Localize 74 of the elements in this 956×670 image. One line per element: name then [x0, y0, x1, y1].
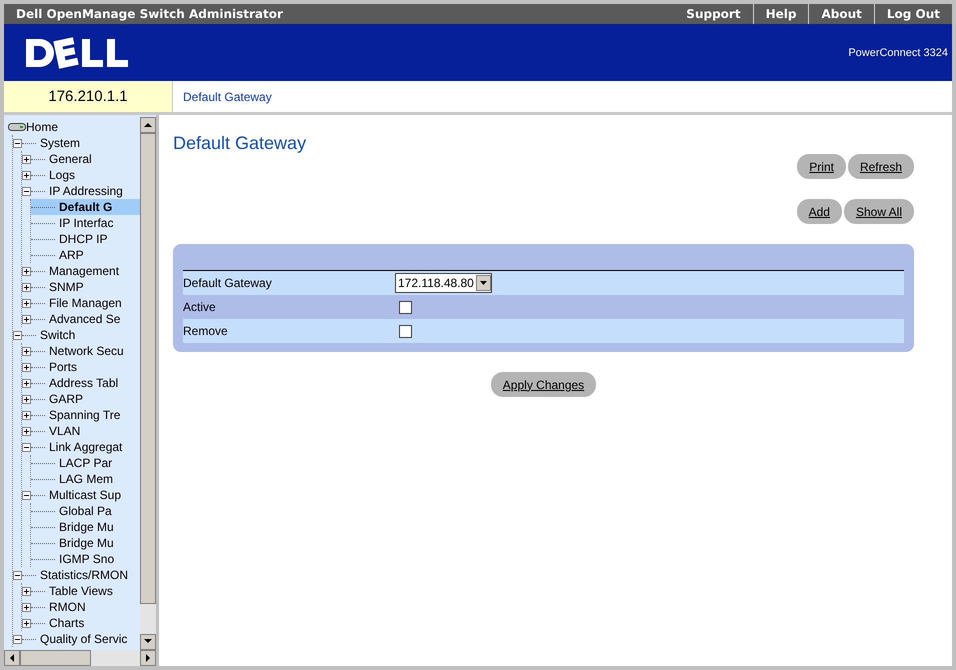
tree-item[interactable]: IGMP Sno — [59, 552, 114, 566]
expand-icon[interactable] — [22, 314, 31, 324]
expand-icon[interactable] — [22, 410, 31, 420]
collapse-icon[interactable] — [13, 634, 22, 644]
expand-icon[interactable] — [22, 394, 31, 404]
window-title: Dell OpenManage Switch Administrator — [16, 7, 283, 21]
vertical-scrollbar[interactable] — [140, 117, 156, 651]
collapse-icon[interactable] — [22, 186, 31, 196]
tree-item[interactable]: File Managen — [49, 296, 122, 310]
tree-item[interactable]: Quality of Servic — [40, 632, 128, 646]
tree-item[interactable]: LAG Mem — [59, 472, 114, 486]
tree-item[interactable]: General — [49, 152, 92, 166]
expand-icon[interactable] — [22, 170, 31, 180]
tree-item[interactable]: Link Aggregat — [49, 440, 122, 454]
tree-item[interactable]: Address Tabl — [49, 376, 118, 390]
tree-item[interactable]: IP Addressing — [49, 184, 123, 198]
tree-item[interactable]: System — [40, 136, 80, 150]
checkbox[interactable] — [399, 300, 412, 314]
tree-item[interactable]: SNMP — [49, 280, 84, 294]
collapse-icon[interactable] — [22, 490, 31, 500]
expand-icon[interactable] — [22, 586, 31, 596]
collapse-icon[interactable] — [22, 442, 31, 452]
drive-icon — [8, 122, 26, 132]
expand-icon[interactable] — [22, 266, 31, 276]
tree-item[interactable]: Home — [26, 120, 58, 134]
tree-item[interactable]: Advanced Se — [49, 312, 120, 326]
expand-icon[interactable] — [22, 154, 31, 164]
tree-item[interactable]: Multicast Sup — [49, 488, 122, 502]
collapse-icon[interactable] — [13, 330, 22, 340]
tree-item[interactable]: GARP — [49, 392, 84, 406]
device-ip: 176.210.1.1 — [4, 81, 173, 112]
action-button[interactable]: Print — [797, 154, 846, 179]
tree-item[interactable]: Logs — [49, 168, 76, 182]
expand-icon[interactable] — [22, 618, 31, 628]
breadcrumb-link[interactable]: Default Gateway — [183, 90, 272, 104]
tree-item[interactable]: Global Pa — [59, 504, 112, 518]
checkbox[interactable] — [399, 324, 412, 338]
tree-item[interactable]: Network Secu — [49, 344, 124, 358]
tree-item[interactable]: DHCP IP — [59, 232, 108, 246]
tree-item[interactable]: Management — [49, 264, 120, 278]
tree-item[interactable]: ARP — [59, 248, 84, 262]
tree-item[interactable]: Charts — [49, 616, 84, 630]
tree-item[interactable]: RMON — [49, 600, 86, 614]
tree-item[interactable]: Bridge Mu — [59, 536, 114, 550]
tree-item[interactable]: Statistics/RMON — [40, 568, 128, 582]
expand-icon[interactable] — [22, 378, 31, 388]
expand-icon[interactable] — [22, 298, 31, 308]
action-button[interactable]: Show All — [844, 199, 914, 224]
collapse-icon[interactable] — [13, 570, 22, 580]
field-label: Remove — [183, 324, 229, 338]
action-button[interactable]: Add — [796, 199, 842, 224]
expand-icon[interactable] — [22, 426, 31, 436]
tree-item[interactable]: Spanning Tre — [49, 408, 120, 422]
model-name: PowerConnect 3324 — [848, 46, 948, 58]
tree-item[interactable]: Ports — [49, 360, 78, 374]
expand-icon[interactable] — [22, 346, 31, 356]
horizontal-scrollbar[interactable] — [4, 650, 156, 666]
collapse-icon[interactable] — [13, 138, 22, 148]
tree-item[interactable]: Table Views — [49, 584, 113, 598]
apply-changes-button[interactable]: Apply Changes — [490, 372, 596, 397]
field-label: Default Gateway — [183, 276, 273, 290]
field-label: Active — [183, 300, 217, 314]
expand-icon[interactable] — [22, 602, 31, 612]
tree-item[interactable]: IP Interfac — [59, 216, 114, 230]
header-link[interactable]: Support — [674, 4, 753, 24]
action-button[interactable]: Refresh — [848, 154, 914, 179]
expand-icon[interactable] — [22, 282, 31, 292]
tree-item[interactable]: Switch — [40, 328, 76, 342]
gateway-dropdown[interactable]: 172.118.48.80 — [395, 273, 492, 293]
tree-item[interactable]: VLAN — [49, 424, 80, 438]
expand-icon[interactable] — [22, 362, 31, 372]
page-title: Default Gateway — [173, 133, 308, 154]
tree-item[interactable]: Bridge Mu — [59, 520, 114, 534]
tree-item[interactable]: LACP Par — [59, 456, 112, 470]
